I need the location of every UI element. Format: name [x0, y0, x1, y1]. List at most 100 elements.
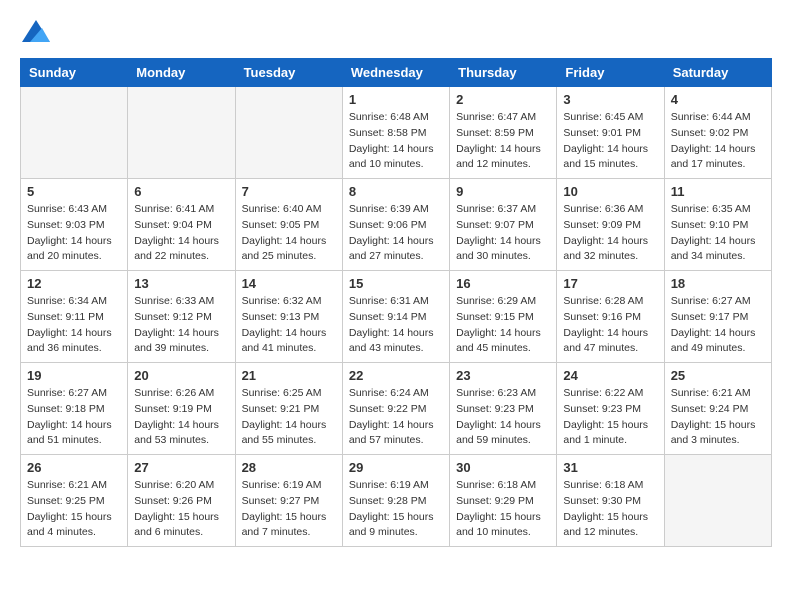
calendar-cell: 9 Sunrise: 6:37 AMSunset: 9:07 PMDaylight…: [450, 179, 557, 271]
calendar-cell: 30Sunrise: 6:18 AMSunset: 9:29 PMDayligh…: [450, 455, 557, 547]
day-info: Sunrise: 6:24 AMSunset: 9:22 PMDaylight:…: [349, 386, 443, 449]
calendar-cell: 31 Sunrise: 6:18 AMSunset: 9:30 PMDayligh…: [557, 455, 664, 547]
calendar-cell: 12Sunrise: 6:34 AMSunset: 9:11 PMDayligh…: [21, 271, 128, 363]
day-info: Sunrise: 6:34 AMSunset: 9:11 PMDaylight:…: [27, 294, 121, 357]
calendar-cell: 15 Sunrise: 6:31 AMSunset: 9:14 PMDayligh…: [342, 271, 449, 363]
day-info: Sunrise: 6:26 AMSunset: 9:19 PMDaylight:…: [134, 386, 228, 449]
calendar-cell: 7 Sunrise: 6:40 AMSunset: 9:05 PMDaylight…: [235, 179, 342, 271]
day-info: Sunrise: 6:47 AMSunset: 8:59 PMDaylight:…: [456, 110, 550, 173]
header-friday: Friday: [557, 59, 664, 87]
calendar-cell: [664, 455, 771, 547]
day-number: 5: [27, 184, 121, 199]
day-info: Sunrise: 6:32 AMSunset: 9:13 PMDaylight:…: [242, 294, 336, 357]
day-info: Sunrise: 6:36 AMSunset: 9:09 PMDaylight:…: [563, 202, 657, 265]
day-info: Sunrise: 6:22 AMSunset: 9:23 PMDaylight:…: [563, 386, 657, 449]
calendar-cell: 11Sunrise: 6:35 AMSunset: 9:10 PMDayligh…: [664, 179, 771, 271]
day-number: 25: [671, 368, 765, 383]
day-info: Sunrise: 6:37 AMSunset: 9:07 PMDaylight:…: [456, 202, 550, 265]
calendar-cell: [235, 87, 342, 179]
day-info: Sunrise: 6:39 AMSunset: 9:06 PMDaylight:…: [349, 202, 443, 265]
day-number: 29: [349, 460, 443, 475]
day-number: 15: [349, 276, 443, 291]
calendar-cell: 27Sunrise: 6:20 AMSunset: 9:26 PMDayligh…: [128, 455, 235, 547]
calendar-cell: 17Sunrise: 6:28 AMSunset: 9:16 PMDayligh…: [557, 271, 664, 363]
calendar-cell: 22 Sunrise: 6:24 AMSunset: 9:22 PMDayligh…: [342, 363, 449, 455]
header-wednesday: Wednesday: [342, 59, 449, 87]
day-number: 3: [563, 92, 657, 107]
header-tuesday: Tuesday: [235, 59, 342, 87]
calendar-cell: 5 Sunrise: 6:43 AMSunset: 9:03 PMDaylight…: [21, 179, 128, 271]
calendar-cell: 23 Sunrise: 6:23 AMSunset: 9:23 PMDayligh…: [450, 363, 557, 455]
calendar-cell: 6 Sunrise: 6:41 AMSunset: 9:04 PMDaylight…: [128, 179, 235, 271]
calendar-cell: 3 Sunrise: 6:45 AMSunset: 9:01 PMDaylight…: [557, 87, 664, 179]
day-info: Sunrise: 6:31 AMSunset: 9:14 PMDaylight:…: [349, 294, 443, 357]
calendar-header-row: SundayMondayTuesdayWednesdayThursdayFrid…: [21, 59, 772, 87]
calendar-cell: 26 Sunrise: 6:21 AMSunset: 9:25 PMDayligh…: [21, 455, 128, 547]
day-info: Sunrise: 6:29 AMSunset: 9:15 PMDaylight:…: [456, 294, 550, 357]
day-number: 22: [349, 368, 443, 383]
calendar-cell: 13 Sunrise: 6:33 AMSunset: 9:12 PMDayligh…: [128, 271, 235, 363]
day-info: Sunrise: 6:41 AMSunset: 9:04 PMDaylight:…: [134, 202, 228, 265]
day-number: 8: [349, 184, 443, 199]
day-info: Sunrise: 6:35 AMSunset: 9:10 PMDaylight:…: [671, 202, 765, 265]
header-sunday: Sunday: [21, 59, 128, 87]
calendar-cell: 28Sunrise: 6:19 AMSunset: 9:27 PMDayligh…: [235, 455, 342, 547]
day-info: Sunrise: 6:40 AMSunset: 9:05 PMDaylight:…: [242, 202, 336, 265]
day-number: 30: [456, 460, 550, 475]
calendar-cell: 2 Sunrise: 6:47 AMSunset: 8:59 PMDaylight…: [450, 87, 557, 179]
calendar-table: SundayMondayTuesdayWednesdayThursdayFrid…: [20, 58, 772, 547]
day-number: 23: [456, 368, 550, 383]
calendar-cell: 16 Sunrise: 6:29 AMSunset: 9:15 PMDayligh…: [450, 271, 557, 363]
day-info: Sunrise: 6:43 AMSunset: 9:03 PMDaylight:…: [27, 202, 121, 265]
calendar-cell: 25 Sunrise: 6:21 AMSunset: 9:24 PMDayligh…: [664, 363, 771, 455]
day-info: Sunrise: 6:21 AMSunset: 9:25 PMDaylight:…: [27, 478, 121, 541]
calendar-week-row: 12Sunrise: 6:34 AMSunset: 9:11 PMDayligh…: [21, 271, 772, 363]
calendar-cell: 29 Sunrise: 6:19 AMSunset: 9:28 PMDayligh…: [342, 455, 449, 547]
day-info: Sunrise: 6:19 AMSunset: 9:28 PMDaylight:…: [349, 478, 443, 541]
day-number: 9: [456, 184, 550, 199]
calendar-cell: 10Sunrise: 6:36 AMSunset: 9:09 PMDayligh…: [557, 179, 664, 271]
calendar-cell: 24 Sunrise: 6:22 AMSunset: 9:23 PMDayligh…: [557, 363, 664, 455]
day-number: 31: [563, 460, 657, 475]
day-info: Sunrise: 6:27 AMSunset: 9:18 PMDaylight:…: [27, 386, 121, 449]
logo: [20, 20, 50, 42]
day-number: 19: [27, 368, 121, 383]
day-number: 6: [134, 184, 228, 199]
day-number: 26: [27, 460, 121, 475]
day-number: 14: [242, 276, 336, 291]
day-info: Sunrise: 6:44 AMSunset: 9:02 PMDaylight:…: [671, 110, 765, 173]
header-saturday: Saturday: [664, 59, 771, 87]
day-info: Sunrise: 6:23 AMSunset: 9:23 PMDaylight:…: [456, 386, 550, 449]
calendar-cell: 4 Sunrise: 6:44 AMSunset: 9:02 PMDaylight…: [664, 87, 771, 179]
day-info: Sunrise: 6:27 AMSunset: 9:17 PMDaylight:…: [671, 294, 765, 357]
calendar-cell: 21Sunrise: 6:25 AMSunset: 9:21 PMDayligh…: [235, 363, 342, 455]
day-number: 13: [134, 276, 228, 291]
day-number: 21: [242, 368, 336, 383]
header-thursday: Thursday: [450, 59, 557, 87]
calendar-week-row: 26 Sunrise: 6:21 AMSunset: 9:25 PMDayligh…: [21, 455, 772, 547]
day-number: 24: [563, 368, 657, 383]
day-number: 1: [349, 92, 443, 107]
day-info: Sunrise: 6:45 AMSunset: 9:01 PMDaylight:…: [563, 110, 657, 173]
day-number: 2: [456, 92, 550, 107]
day-info: Sunrise: 6:20 AMSunset: 9:26 PMDaylight:…: [134, 478, 228, 541]
day-info: Sunrise: 6:19 AMSunset: 9:27 PMDaylight:…: [242, 478, 336, 541]
day-number: 17: [563, 276, 657, 291]
day-number: 4: [671, 92, 765, 107]
calendar-cell: [128, 87, 235, 179]
day-info: Sunrise: 6:18 AMSunset: 9:30 PMDaylight:…: [563, 478, 657, 541]
day-number: 16: [456, 276, 550, 291]
day-info: Sunrise: 6:21 AMSunset: 9:24 PMDaylight:…: [671, 386, 765, 449]
calendar-week-row: 19 Sunrise: 6:27 AMSunset: 9:18 PMDayligh…: [21, 363, 772, 455]
calendar-cell: 20Sunrise: 6:26 AMSunset: 9:19 PMDayligh…: [128, 363, 235, 455]
calendar-cell: 1 Sunrise: 6:48 AMSunset: 8:58 PMDaylight…: [342, 87, 449, 179]
page-header: [20, 20, 772, 42]
day-info: Sunrise: 6:33 AMSunset: 9:12 PMDaylight:…: [134, 294, 228, 357]
calendar-cell: 18Sunrise: 6:27 AMSunset: 9:17 PMDayligh…: [664, 271, 771, 363]
calendar-week-row: 1 Sunrise: 6:48 AMSunset: 8:58 PMDaylight…: [21, 87, 772, 179]
header-monday: Monday: [128, 59, 235, 87]
day-info: Sunrise: 6:48 AMSunset: 8:58 PMDaylight:…: [349, 110, 443, 173]
calendar-cell: 8 Sunrise: 6:39 AMSunset: 9:06 PMDaylight…: [342, 179, 449, 271]
day-number: 7: [242, 184, 336, 199]
calendar-cell: 14 Sunrise: 6:32 AMSunset: 9:13 PMDayligh…: [235, 271, 342, 363]
